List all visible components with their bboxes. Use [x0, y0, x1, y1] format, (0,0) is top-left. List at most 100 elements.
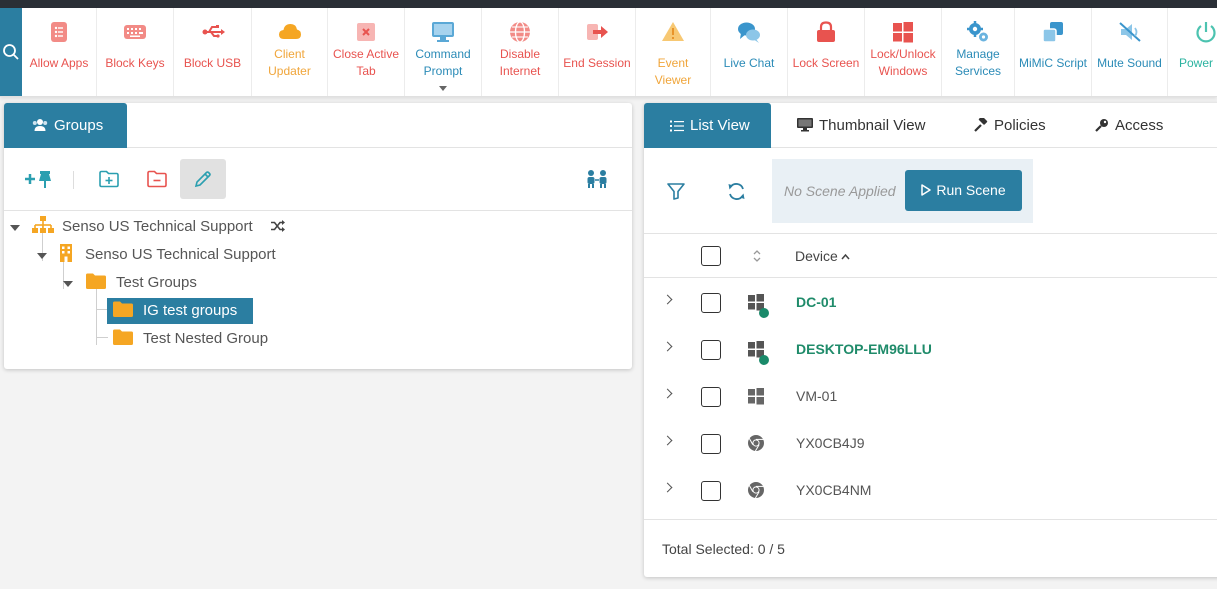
scene-box: No Scene Applied Run Scene: [772, 159, 1033, 223]
table-header: Device: [644, 234, 1217, 278]
tree-toggle-collapse[interactable]: [63, 281, 73, 287]
manage-services-button[interactable]: Manage Services: [942, 8, 1015, 96]
remove-folder-button[interactable]: [134, 159, 180, 199]
tree-node-test-nested-group[interactable]: Test Nested Group: [113, 326, 268, 352]
table-row[interactable]: VM-01: [644, 373, 1217, 420]
device-column-header[interactable]: Device: [795, 234, 850, 278]
refresh-icon[interactable]: [727, 182, 746, 201]
block-usb-button[interactable]: Block USB: [174, 8, 252, 96]
folder-icon: [113, 301, 133, 317]
select-all-checkbox[interactable]: [701, 246, 721, 266]
device-name[interactable]: VM-01: [796, 373, 837, 420]
sort-icon[interactable]: [753, 250, 761, 262]
tree-node-test-groups[interactable]: Test Groups: [86, 270, 197, 296]
windows-icon: [748, 388, 764, 405]
tab-access[interactable]: Access: [1095, 103, 1163, 148]
client-updater-button[interactable]: Client Updater: [252, 8, 328, 96]
lock-unlock-windows-button[interactable]: Lock/Unlock Windows: [865, 8, 942, 96]
block-keys-button[interactable]: Block Keys: [97, 8, 174, 96]
pencil-icon: [194, 171, 211, 188]
tree-node-ig-test-groups[interactable]: IG test groups: [107, 298, 254, 324]
folder-plus-icon: [99, 170, 119, 188]
row-checkbox[interactable]: [701, 387, 721, 407]
lock-unlock-windows-label: Lock/Unlock Windows: [870, 47, 936, 78]
manage-services-label: Manage Services: [954, 47, 1001, 78]
tree-node-root[interactable]: Senso US Technical Support: [32, 214, 285, 240]
monitor-icon: [432, 22, 454, 42]
tree-node-label: Test Groups: [116, 274, 197, 291]
play-icon: [921, 184, 932, 196]
expand-row-icon[interactable]: [662, 482, 673, 493]
tab-label: Policies: [994, 117, 1046, 134]
search-button[interactable]: [0, 8, 22, 96]
chevron-down-icon[interactable]: [439, 86, 447, 91]
power-options-button[interactable]: Power O: [1168, 8, 1217, 96]
event-viewer-button[interactable]: Event Viewer: [636, 8, 711, 96]
tab-list-view[interactable]: List View: [644, 103, 771, 148]
mute-sound-button[interactable]: Mute Sound: [1092, 8, 1168, 96]
tab-label: Thumbnail View: [819, 117, 926, 134]
search-icon: [3, 44, 19, 60]
chat-icon: [738, 22, 760, 43]
edit-group-button[interactable]: [180, 159, 226, 199]
command-prompt-label: Command Prompt: [415, 47, 471, 78]
row-checkbox[interactable]: [701, 481, 721, 501]
tab-thumbnail-view[interactable]: Thumbnail View: [797, 103, 925, 148]
sitemap-icon: [32, 216, 54, 233]
tree-node-label: Senso US Technical Support: [62, 218, 253, 235]
disable-internet-button[interactable]: Disable Internet: [482, 8, 559, 96]
tab-groups[interactable]: Groups: [4, 103, 127, 148]
disable-internet-label: Disable Internet: [499, 47, 541, 78]
tree-node-site[interactable]: Senso US Technical Support: [59, 242, 276, 268]
live-chat-button[interactable]: Live Chat: [711, 8, 788, 96]
mimic-script-button[interactable]: MiMiC Script: [1015, 8, 1092, 96]
folder-minus-icon: [147, 170, 167, 188]
tree-node-label: IG test groups: [143, 302, 238, 319]
shuffle-icon[interactable]: [270, 220, 285, 232]
building-icon: [60, 244, 72, 262]
tab-policies[interactable]: Policies: [974, 103, 1046, 148]
groups-toolbar: [4, 149, 632, 211]
folder-icon: [86, 273, 106, 289]
table-row[interactable]: DESKTOP-EM96LLU: [644, 326, 1217, 373]
close-active-tab-button[interactable]: Close Active Tab: [328, 8, 405, 96]
list-icon: [51, 22, 67, 42]
expand-row-icon[interactable]: [662, 388, 673, 399]
power-options-label: Power O: [1179, 56, 1217, 70]
row-checkbox[interactable]: [701, 434, 721, 454]
table-row[interactable]: YX0CB4J9: [644, 420, 1217, 467]
device-name[interactable]: YX0CB4NM: [796, 467, 871, 514]
allow-apps-button[interactable]: Allow Apps: [22, 8, 97, 96]
tree-toggle-collapse[interactable]: [10, 225, 20, 231]
event-viewer-label: Event Viewer: [654, 56, 692, 87]
filter-icon[interactable]: [667, 183, 685, 200]
device-name[interactable]: YX0CB4J9: [796, 420, 864, 467]
add-folder-button[interactable]: [86, 159, 132, 199]
device-name[interactable]: DESKTOP-EM96LLU: [796, 326, 932, 373]
table-row[interactable]: DC-01: [644, 279, 1217, 326]
sort-ascending-icon: [841, 253, 850, 260]
expand-row-icon[interactable]: [662, 435, 673, 446]
tree-toggle-collapse[interactable]: [37, 253, 47, 259]
expand-row-icon[interactable]: [662, 294, 673, 305]
lock-screen-button[interactable]: Lock Screen: [788, 8, 865, 96]
expand-row-icon[interactable]: [662, 341, 673, 352]
group-members-button[interactable]: [574, 159, 620, 199]
row-checkbox[interactable]: [701, 340, 721, 360]
close-active-tab-label: Close Active Tab: [332, 47, 400, 78]
row-checkbox[interactable]: [701, 293, 721, 313]
allow-apps-label: Allow Apps: [29, 56, 89, 70]
end-session-button[interactable]: End Session: [559, 8, 636, 96]
add-pin-button[interactable]: [16, 159, 62, 199]
block-keys-label: Block Keys: [105, 56, 165, 70]
device-name[interactable]: DC-01: [796, 279, 836, 326]
mute-sound-label: Mute Sound: [1097, 56, 1162, 70]
lock-screen-label: Lock Screen: [792, 56, 860, 70]
tree-node-label: Senso US Technical Support: [85, 246, 276, 263]
table-row[interactable]: YX0CB4NM: [644, 467, 1217, 514]
run-scene-button[interactable]: Run Scene: [905, 170, 1022, 211]
key-icon: [1095, 119, 1108, 132]
command-prompt-button[interactable]: Command Prompt: [405, 8, 482, 96]
run-scene-label: Run Scene: [936, 182, 1006, 198]
selection-summary: Total Selected: 0 / 5: [644, 519, 1217, 577]
